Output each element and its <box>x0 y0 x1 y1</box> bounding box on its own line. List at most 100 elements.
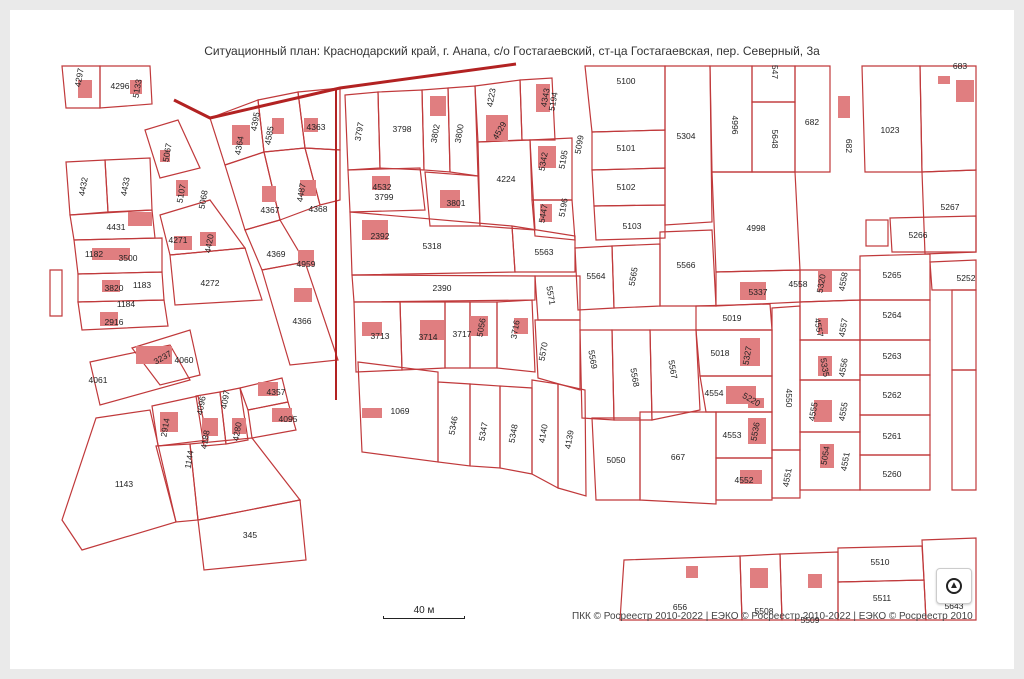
parcel <box>304 147 341 206</box>
parcel-label: 5264 <box>883 310 902 320</box>
parcel-label: 4369 <box>267 249 286 259</box>
parcel-label: 5569 <box>586 349 599 370</box>
parcel-label: 1184 <box>117 299 136 309</box>
parcel-label: 3717 <box>453 329 472 339</box>
parcel-label: 4551 <box>780 467 793 488</box>
parcel-label: 1023 <box>881 125 900 135</box>
parcel-label: 5346 <box>446 415 459 436</box>
parcel <box>169 247 263 306</box>
parcel-label: 4366 <box>293 316 312 326</box>
parcel-label: 4140 <box>536 423 549 444</box>
parcel-label: 5337 <box>749 287 768 297</box>
parcel-label: 4272 <box>201 278 220 288</box>
parcel-label: 3797 <box>352 121 365 142</box>
parcel-label: 3802 <box>428 123 441 144</box>
parcel-label: 5267 <box>941 202 960 212</box>
parcel <box>859 299 931 341</box>
parcel-label: 5101 <box>617 143 636 153</box>
parcel-label: 1069 <box>391 406 410 416</box>
parcel-label: 5348 <box>506 423 519 444</box>
parcel <box>799 299 861 341</box>
parcel-label: 3714 <box>419 332 438 342</box>
parcel-label: 5318 <box>423 241 442 251</box>
parcel-label: 4998 <box>747 223 766 233</box>
parcel-label: 5099 <box>572 134 585 155</box>
parcel-label: 1143 <box>115 479 134 489</box>
parcel <box>889 215 977 253</box>
parcel-label: 5067 <box>160 142 173 163</box>
parcel <box>711 171 801 273</box>
scale-label: 40 м <box>413 605 435 616</box>
parcel-label: 667 <box>671 452 685 462</box>
parcel-label: 5107 <box>174 183 187 204</box>
parcel <box>49 269 63 317</box>
parcel-label: 5304 <box>677 131 696 141</box>
parcel-label: 4557 <box>812 317 825 338</box>
parcel-label: 4368 <box>309 204 328 214</box>
parcel-label: 5100 <box>617 76 636 86</box>
parcel-label: 5566 <box>677 260 696 270</box>
parcel-label: 5195 <box>556 149 569 170</box>
parcel-label: 5102 <box>617 182 636 192</box>
parcel-label: 5570 <box>536 341 549 362</box>
parcel-label: 5068 <box>196 189 209 210</box>
parcel-label: 5565 <box>626 266 639 287</box>
cadastral-map[interactable]: 4297 4296 5133 4395 4585 4363 4364 5067 … <box>0 0 1024 679</box>
parcel <box>951 369 977 491</box>
parcel-label: 4532 <box>373 182 392 192</box>
parcel <box>261 261 339 366</box>
parcel-label: 5347 <box>476 421 489 442</box>
parcel-label: 5018 <box>711 348 730 358</box>
parcel-label: 4554 <box>705 388 724 398</box>
parcel-label: 1182 <box>85 249 104 259</box>
parcel-label: 4060 <box>175 355 194 365</box>
parcel-label: 4364 <box>232 135 245 156</box>
parcel-label: 4367 <box>261 205 280 215</box>
parcel-label: 547 <box>770 65 780 79</box>
parcel-label: 4552 <box>735 475 754 485</box>
parcel-label: 1183 <box>133 280 152 290</box>
parcel-label: 5263 <box>883 351 902 361</box>
parcel-label: 5511 <box>873 593 892 603</box>
parcel-label: 4550 <box>784 389 794 408</box>
parcel-label: 5133 <box>130 78 143 99</box>
parcel <box>695 329 773 377</box>
parcel-label: 4061 <box>89 375 108 385</box>
parcel-label: 3820 <box>105 283 124 293</box>
parcel-label: 5196 <box>556 197 569 218</box>
scale-bar: 40 м <box>383 605 465 619</box>
parcel-label: 4551 <box>838 451 851 472</box>
parcel-label: 4557 <box>836 317 849 338</box>
parcel-label: 682 <box>805 117 819 127</box>
parcel-label: 5050 <box>607 455 626 465</box>
parcel-label: 4224 <box>497 174 516 184</box>
parcel-label: 4296 <box>111 81 130 91</box>
parcel-label: 3801 <box>447 198 466 208</box>
map-attribution: ПКК © Росреестр 2010-2022 | ЕЭКО © Росре… <box>572 611 973 622</box>
parcel <box>534 275 581 321</box>
parcel-label: 5103 <box>623 221 642 231</box>
compass-button[interactable]: ▲ <box>936 568 972 604</box>
parcel-label: 5260 <box>883 469 902 479</box>
parcel-label: 4271 <box>169 235 188 245</box>
parcel-label: 4555 <box>836 401 849 422</box>
parcel-label: 5261 <box>883 431 902 441</box>
parcel-label: 5564 <box>587 271 606 281</box>
parcel-label: 5567 <box>666 359 679 380</box>
parcel-label: 5571 <box>544 285 557 306</box>
parcel-label: 5563 <box>535 247 554 257</box>
parcel-label: 683 <box>953 61 967 71</box>
parcel-label: 4223 <box>484 87 497 108</box>
parcel-label: 4996 <box>730 116 740 135</box>
parcel <box>951 289 977 371</box>
parcel-label: 4395 <box>248 111 261 132</box>
parcel-label: 3716 <box>508 319 521 340</box>
parcel <box>921 169 977 255</box>
parcel-label: 2392 <box>371 231 390 241</box>
parcel-label: 4558 <box>836 271 849 292</box>
parcel <box>865 219 889 247</box>
parcel <box>861 65 923 173</box>
map-title: Ситуационный план: Краснодарский край, г… <box>204 44 820 58</box>
parcel-label: 5252 <box>957 273 976 283</box>
parcel-label: 2916 <box>105 317 124 327</box>
